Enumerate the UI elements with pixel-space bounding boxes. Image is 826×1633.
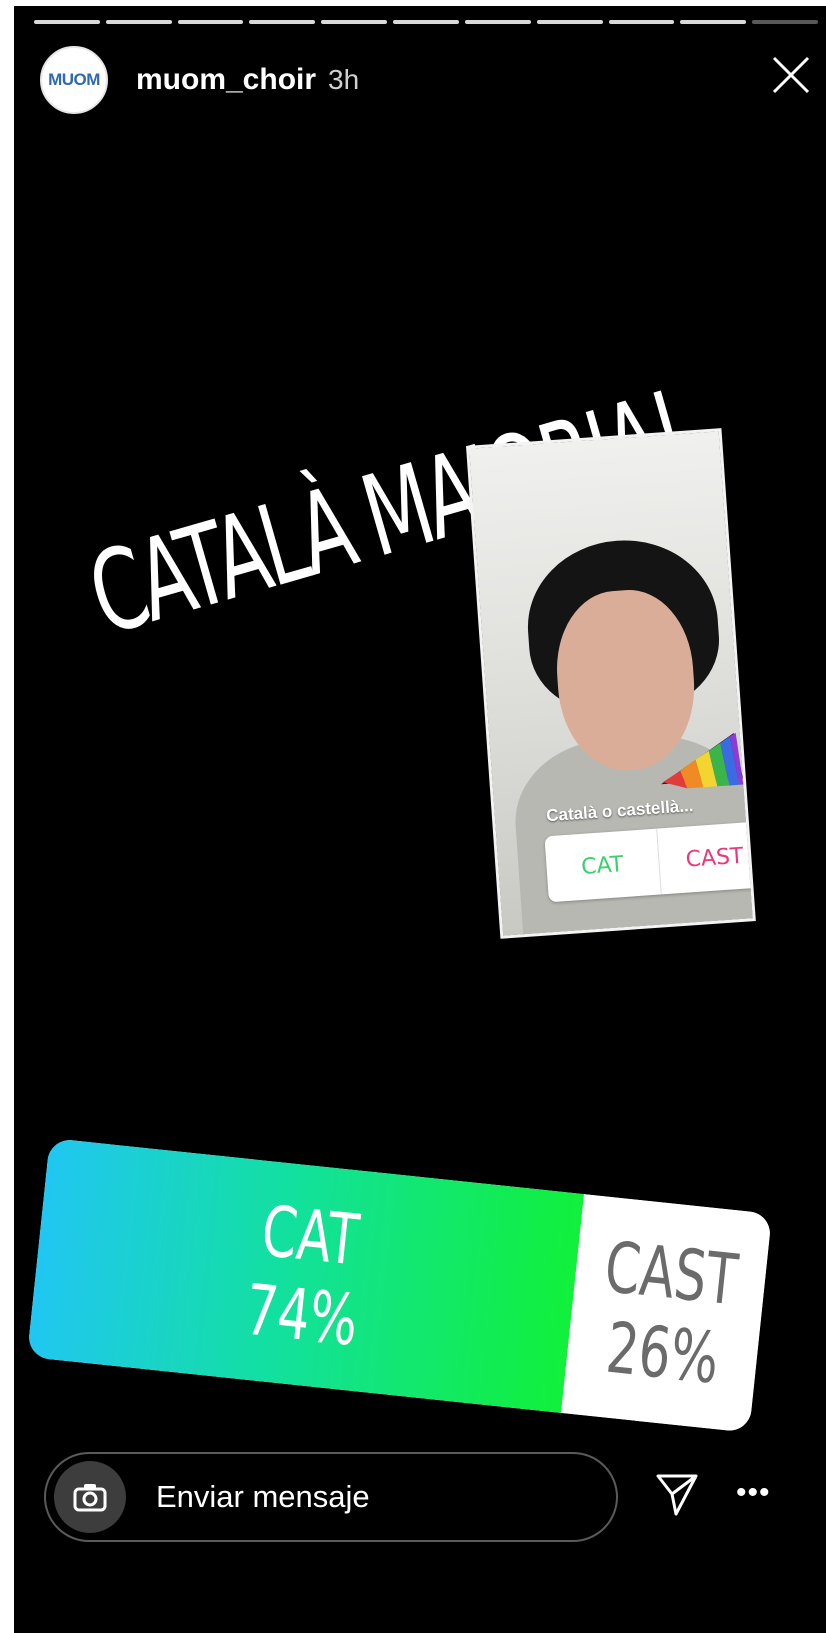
card-poll-option-cat: CAT xyxy=(544,828,662,903)
progress-segment xyxy=(321,20,388,24)
shared-story-card[interactable]: Català o castellà... CAT CAST xyxy=(466,428,756,939)
camera-icon xyxy=(73,1484,107,1512)
progress-segment xyxy=(464,20,531,24)
story-viewer: MUOM muom_choir 3h CATALÀ MAJORIA! Catal… xyxy=(14,6,826,1633)
progress-segment xyxy=(249,20,316,24)
close-icon[interactable] xyxy=(770,54,812,96)
poll-option-cat: CAT 74% xyxy=(27,1138,585,1413)
message-input[interactable]: Enviar mensaje xyxy=(156,1479,370,1515)
message-composer[interactable]: Enviar mensaje xyxy=(44,1452,618,1542)
username[interactable]: muom_choir xyxy=(136,63,316,97)
progress-segment xyxy=(34,20,100,24)
camera-button[interactable] xyxy=(54,1461,126,1533)
avatar-logo-text: MUOM xyxy=(48,70,100,89)
story-header: MUOM muom_choir 3h xyxy=(40,44,826,116)
progress-segment xyxy=(105,20,172,24)
poll-results-sticker: CAT 74% CAST 26% xyxy=(27,1138,773,1433)
progress-segment xyxy=(608,20,675,24)
progress-segment xyxy=(177,20,244,24)
poll-option-cast: CAST 26% xyxy=(561,1194,773,1433)
poll-option-cast-percent: 26% xyxy=(602,1306,723,1400)
progress-segment xyxy=(752,20,818,24)
story-progress-bar xyxy=(34,20,818,24)
poll-option-cat-percent: 74% xyxy=(241,1268,362,1362)
timestamp: 3h xyxy=(328,64,360,95)
progress-segment xyxy=(393,20,459,24)
progress-segment xyxy=(680,20,747,24)
card-poll-option-cast: CAST xyxy=(684,843,745,873)
more-icon[interactable]: ••• xyxy=(736,1476,771,1510)
progress-segment xyxy=(536,20,603,24)
send-icon[interactable] xyxy=(654,1472,700,1518)
megaphone-sticker-icon xyxy=(661,732,744,789)
poll-option-cat-label: CAT xyxy=(257,1189,363,1282)
poll-option-cast-label: CAST xyxy=(600,1225,741,1322)
avatar[interactable]: MUOM xyxy=(40,46,108,114)
